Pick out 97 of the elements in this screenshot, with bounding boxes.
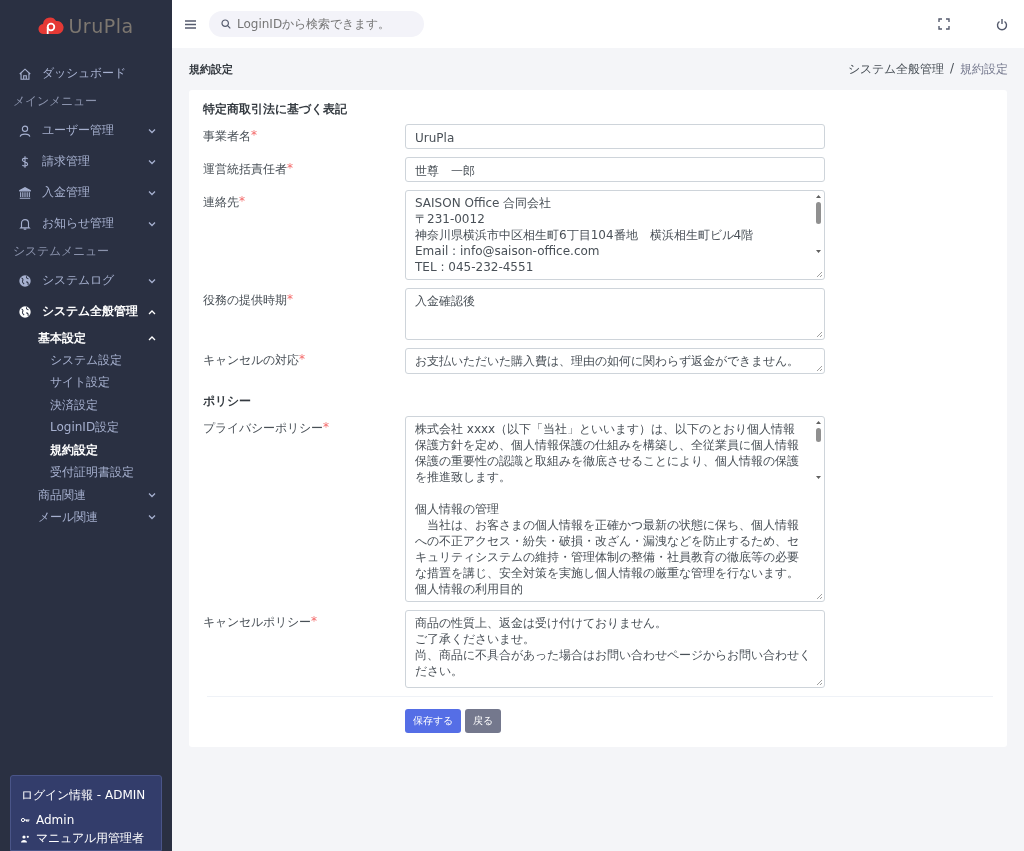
brand-name: UruPla <box>68 15 134 37</box>
text-line: 尚、商品に不具合があった場合はお問い合わせページからお問い合わせください。 <box>415 647 812 679</box>
submenu-item[interactable]: 商品関連 <box>0 484 172 506</box>
page-title: 規約設定 <box>189 61 234 77</box>
resize-handle-icon[interactable] <box>816 365 823 372</box>
menu-heading: システムメニュー <box>12 243 110 260</box>
scrollbar-drawing[interactable] <box>815 420 822 480</box>
required-mark: * <box>323 420 329 436</box>
section-title: 特定商取引法に基づく表記 <box>203 102 348 117</box>
required-mark: * <box>239 194 245 210</box>
field-label: 運営統括責任者 <box>203 161 287 178</box>
text-line: 個人情報の利用目的 <box>415 581 524 597</box>
cloud-logo-icon <box>38 16 65 36</box>
submenu-link[interactable]: LoginID設定 <box>0 416 172 439</box>
save-button[interactable]: 保存する <box>405 709 461 733</box>
submenu-link[interactable]: 規約設定 <box>0 439 172 462</box>
chevron-icon <box>148 335 156 341</box>
bell-icon <box>18 216 32 231</box>
sidebar-item[interactable]: 入金管理 <box>0 177 172 208</box>
text-line: 神奈川県横浜市中区相生町6丁目104番地 横浜相生町ビル4階 <box>415 227 755 243</box>
resize-handle-icon[interactable] <box>816 331 823 338</box>
chevron-icon <box>148 514 156 520</box>
submenu-item[interactable]: メール関連 <box>0 506 172 528</box>
sidebar-item[interactable]: お知らせ管理 <box>0 208 172 239</box>
menu-heading: メインメニュー <box>12 93 98 110</box>
globe-icon <box>18 273 32 288</box>
login-info-title: ログイン情報 - ADMIN <box>21 787 147 804</box>
sidebar-item[interactable]: ユーザー管理 <box>0 115 172 146</box>
text-line: 株式会社 xxxx（以下「当社」といいます）は、以下のとおり個人情報保護方針を定め、個人情報保護の仕組みを構築し、全従業員に個人情報保護の重要性の認識と取組みを徹底させることにより、個人情報の保護を推進致します。 <box>415 421 800 485</box>
text-line: TEL : 045-232-4551 <box>415 259 535 275</box>
bank-icon <box>18 185 32 200</box>
user-icon <box>18 123 32 138</box>
required-mark: * <box>251 128 257 144</box>
input-field[interactable]: UruPla <box>405 124 825 149</box>
required-mark: * <box>299 352 305 368</box>
chevron-icon <box>148 277 156 284</box>
textarea-field[interactable]: 商品の性質上、返金は受け付けておりません。 ご了承くださいませ。 尚、商品に不具合があった場合はお問い合わせページからお問い合わせください。 <box>405 610 825 688</box>
submenu-item[interactable]: 基本設定 <box>0 327 172 349</box>
sidebar-item[interactable]: システムログ <box>0 265 172 296</box>
chevron-icon <box>148 308 156 315</box>
sidebar-item[interactable]: ダッシュボード <box>0 58 172 89</box>
submenu-link[interactable]: 決済設定 <box>0 394 172 417</box>
breadcrumb-current: 規約設定 <box>960 60 1008 78</box>
textarea-field[interactable]: 入金確認後 <box>405 288 825 340</box>
search-icon <box>221 19 231 29</box>
field-label: プライバシーポリシー <box>203 420 323 437</box>
globe-icon <box>18 304 32 319</box>
required-mark: * <box>311 614 317 630</box>
submenu-link[interactable]: サイト設定 <box>0 371 172 394</box>
text-line: 当社は、お客さまの個人情報を正確かつ最新の状態に保ち、個人情報への不正アクセス・紛失・破損・改ざん・漏洩などを防止するため、セキュリティシステムの維持・管理体制の整備・社員教育の徹底等の必要な措置を講じ、安全対策を実施し個人情報の厳重な管理を行ないます。 <box>415 517 800 581</box>
textarea-field[interactable] <box>405 416 825 602</box>
chevron-icon <box>148 189 156 196</box>
sidebar-item[interactable]: システム全般管理 <box>0 296 172 327</box>
text-line: SAISON Office 合同会社 <box>415 195 553 211</box>
resize-handle-icon[interactable] <box>816 593 823 600</box>
input-field[interactable]: 世尊 一郎 <box>405 157 825 182</box>
textarea-field[interactable]: SAISON Office 合同会社 〒231-0012 神奈川県横浜市中区相生町6丁目104番地 横浜相生町ビル4階 Email : info@saison-office.com TEL : 045-232-4551 <box>405 190 825 280</box>
home-icon <box>18 66 32 81</box>
chevron-icon <box>148 492 156 498</box>
required-mark: * <box>287 292 293 308</box>
field-value: 世尊 一郎 <box>415 163 476 179</box>
text-line: Email : info@saison-office.com <box>415 243 601 259</box>
chevron-icon <box>148 220 156 227</box>
required-mark: * <box>287 161 293 177</box>
back-button[interactable]: 戻る <box>465 709 501 733</box>
textarea-field[interactable]: お支払いただいた購入費は、理由の如何に関わらず返金ができません。 <box>405 348 825 374</box>
field-label: 連絡先 <box>203 194 239 211</box>
scrollbar-drawing[interactable] <box>815 194 822 254</box>
field-label: 役務の提供時期 <box>203 292 287 309</box>
resize-handle-icon[interactable] <box>816 271 823 278</box>
users-icon <box>21 834 30 843</box>
text-line: ご了承くださいませ。 <box>415 631 536 647</box>
sidebar-item[interactable]: 請求管理 <box>0 146 172 177</box>
section-title: ポリシー <box>203 394 252 409</box>
text-line: 〒231-0012 <box>415 211 486 227</box>
menu-icon[interactable] <box>185 19 196 29</box>
field-label: 事業者名 <box>203 128 251 145</box>
field-value: UruPla <box>415 130 456 146</box>
chevron-icon <box>148 158 156 165</box>
submenu-link[interactable]: システム設定 <box>0 349 172 372</box>
key-icon <box>21 817 30 823</box>
field-label: キャンセルの対応 <box>203 352 299 369</box>
field-label: キャンセルポリシー <box>203 614 311 631</box>
submenu-link[interactable]: 受付証明書設定 <box>0 461 172 484</box>
text-line: 商品の性質上、返金は受け付けておりません。 <box>415 615 668 631</box>
breadcrumb-separator: / <box>949 60 954 77</box>
login-id: Admin <box>36 813 75 827</box>
text-line: 個人情報の管理 <box>415 501 500 517</box>
user-name: マニュアル用管理者 <box>36 830 144 847</box>
resize-handle-icon[interactable] <box>816 679 823 686</box>
fullscreen-icon[interactable] <box>938 18 950 30</box>
text-line: お支払いただいた購入費は、理由の如何に関わらず返金ができません。 <box>415 353 800 369</box>
search-field[interactable]: LoginIDから検索できます。 <box>209 11 424 37</box>
breadcrumb-link[interactable]: システム全般管理 <box>847 60 944 78</box>
text-line: 入金確認後 <box>415 293 476 309</box>
chevron-icon <box>148 127 156 134</box>
power-icon[interactable] <box>996 17 1008 31</box>
